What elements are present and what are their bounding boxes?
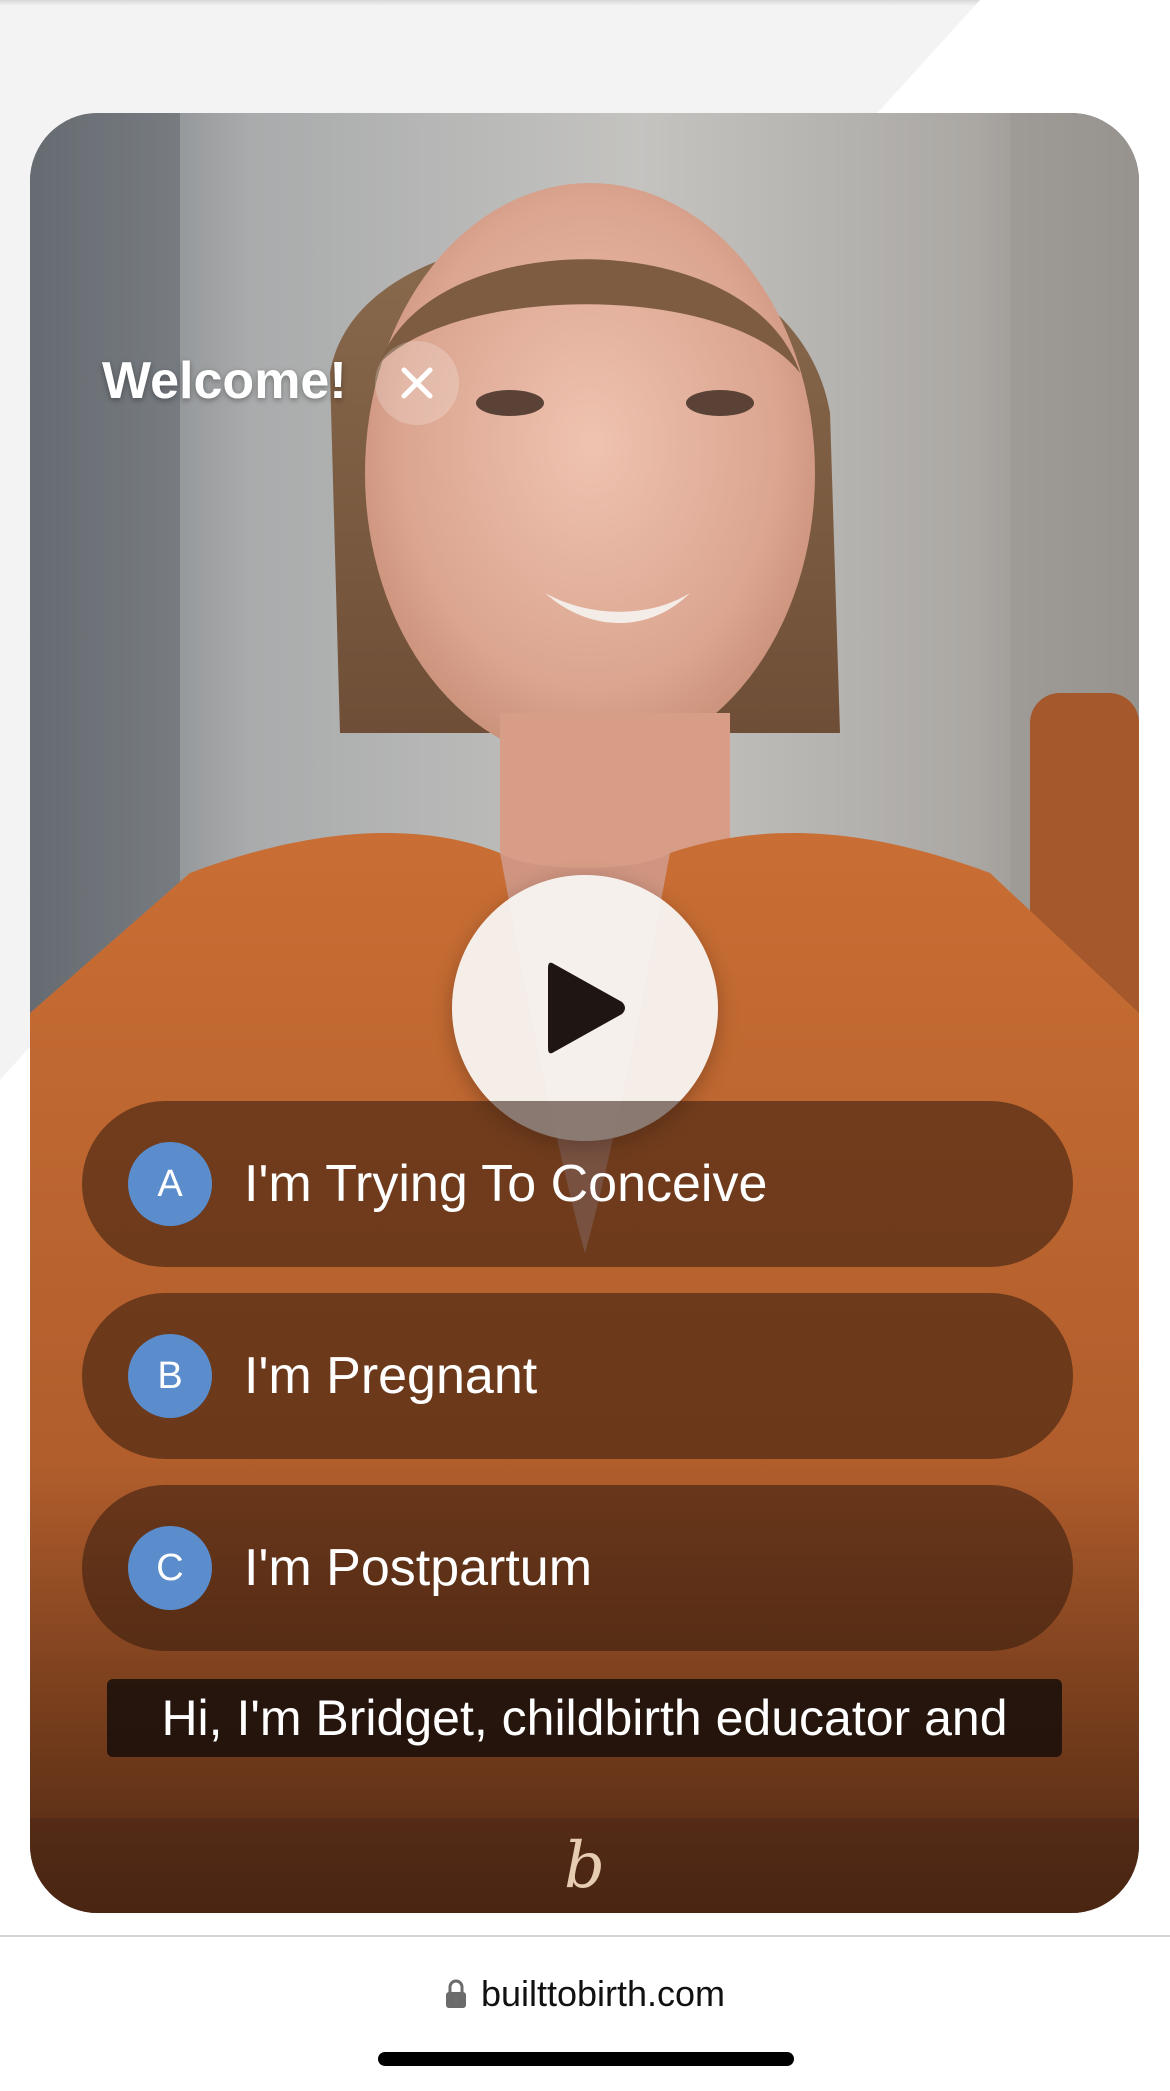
- url-text: builttobirth.com: [480, 1973, 726, 2014]
- video-caption: Hi, I'm Bridget, childbirth educator and: [107, 1679, 1062, 1757]
- close-icon: [401, 367, 433, 399]
- option-trying-to-conceive[interactable]: A I'm Trying To Conceive: [82, 1101, 1073, 1267]
- video-footer-bar: b: [30, 1818, 1139, 1913]
- option-pregnant[interactable]: B I'm Pregnant: [82, 1293, 1073, 1459]
- option-postpartum[interactable]: C I'm Postpartum: [82, 1485, 1073, 1651]
- brand-logo: b: [564, 1828, 605, 1903]
- video-card[interactable]: Welcome! A I'm Trying To Conceive B I'm …: [30, 113, 1139, 1913]
- home-indicator[interactable]: [378, 2052, 794, 2066]
- option-letter-badge: B: [128, 1334, 212, 1418]
- welcome-title: Welcome!: [102, 352, 347, 410]
- option-label: I'm Trying To Conceive: [244, 1155, 768, 1213]
- url-row[interactable]: builttobirth.com: [0, 1972, 1170, 2016]
- close-button[interactable]: [375, 341, 459, 425]
- play-icon: [548, 962, 625, 1054]
- option-label: I'm Postpartum: [244, 1539, 593, 1597]
- option-label: I'm Pregnant: [244, 1347, 538, 1405]
- lock-icon: [445, 1979, 466, 2008]
- option-letter-badge: C: [128, 1526, 212, 1610]
- option-letter-badge: A: [128, 1142, 212, 1226]
